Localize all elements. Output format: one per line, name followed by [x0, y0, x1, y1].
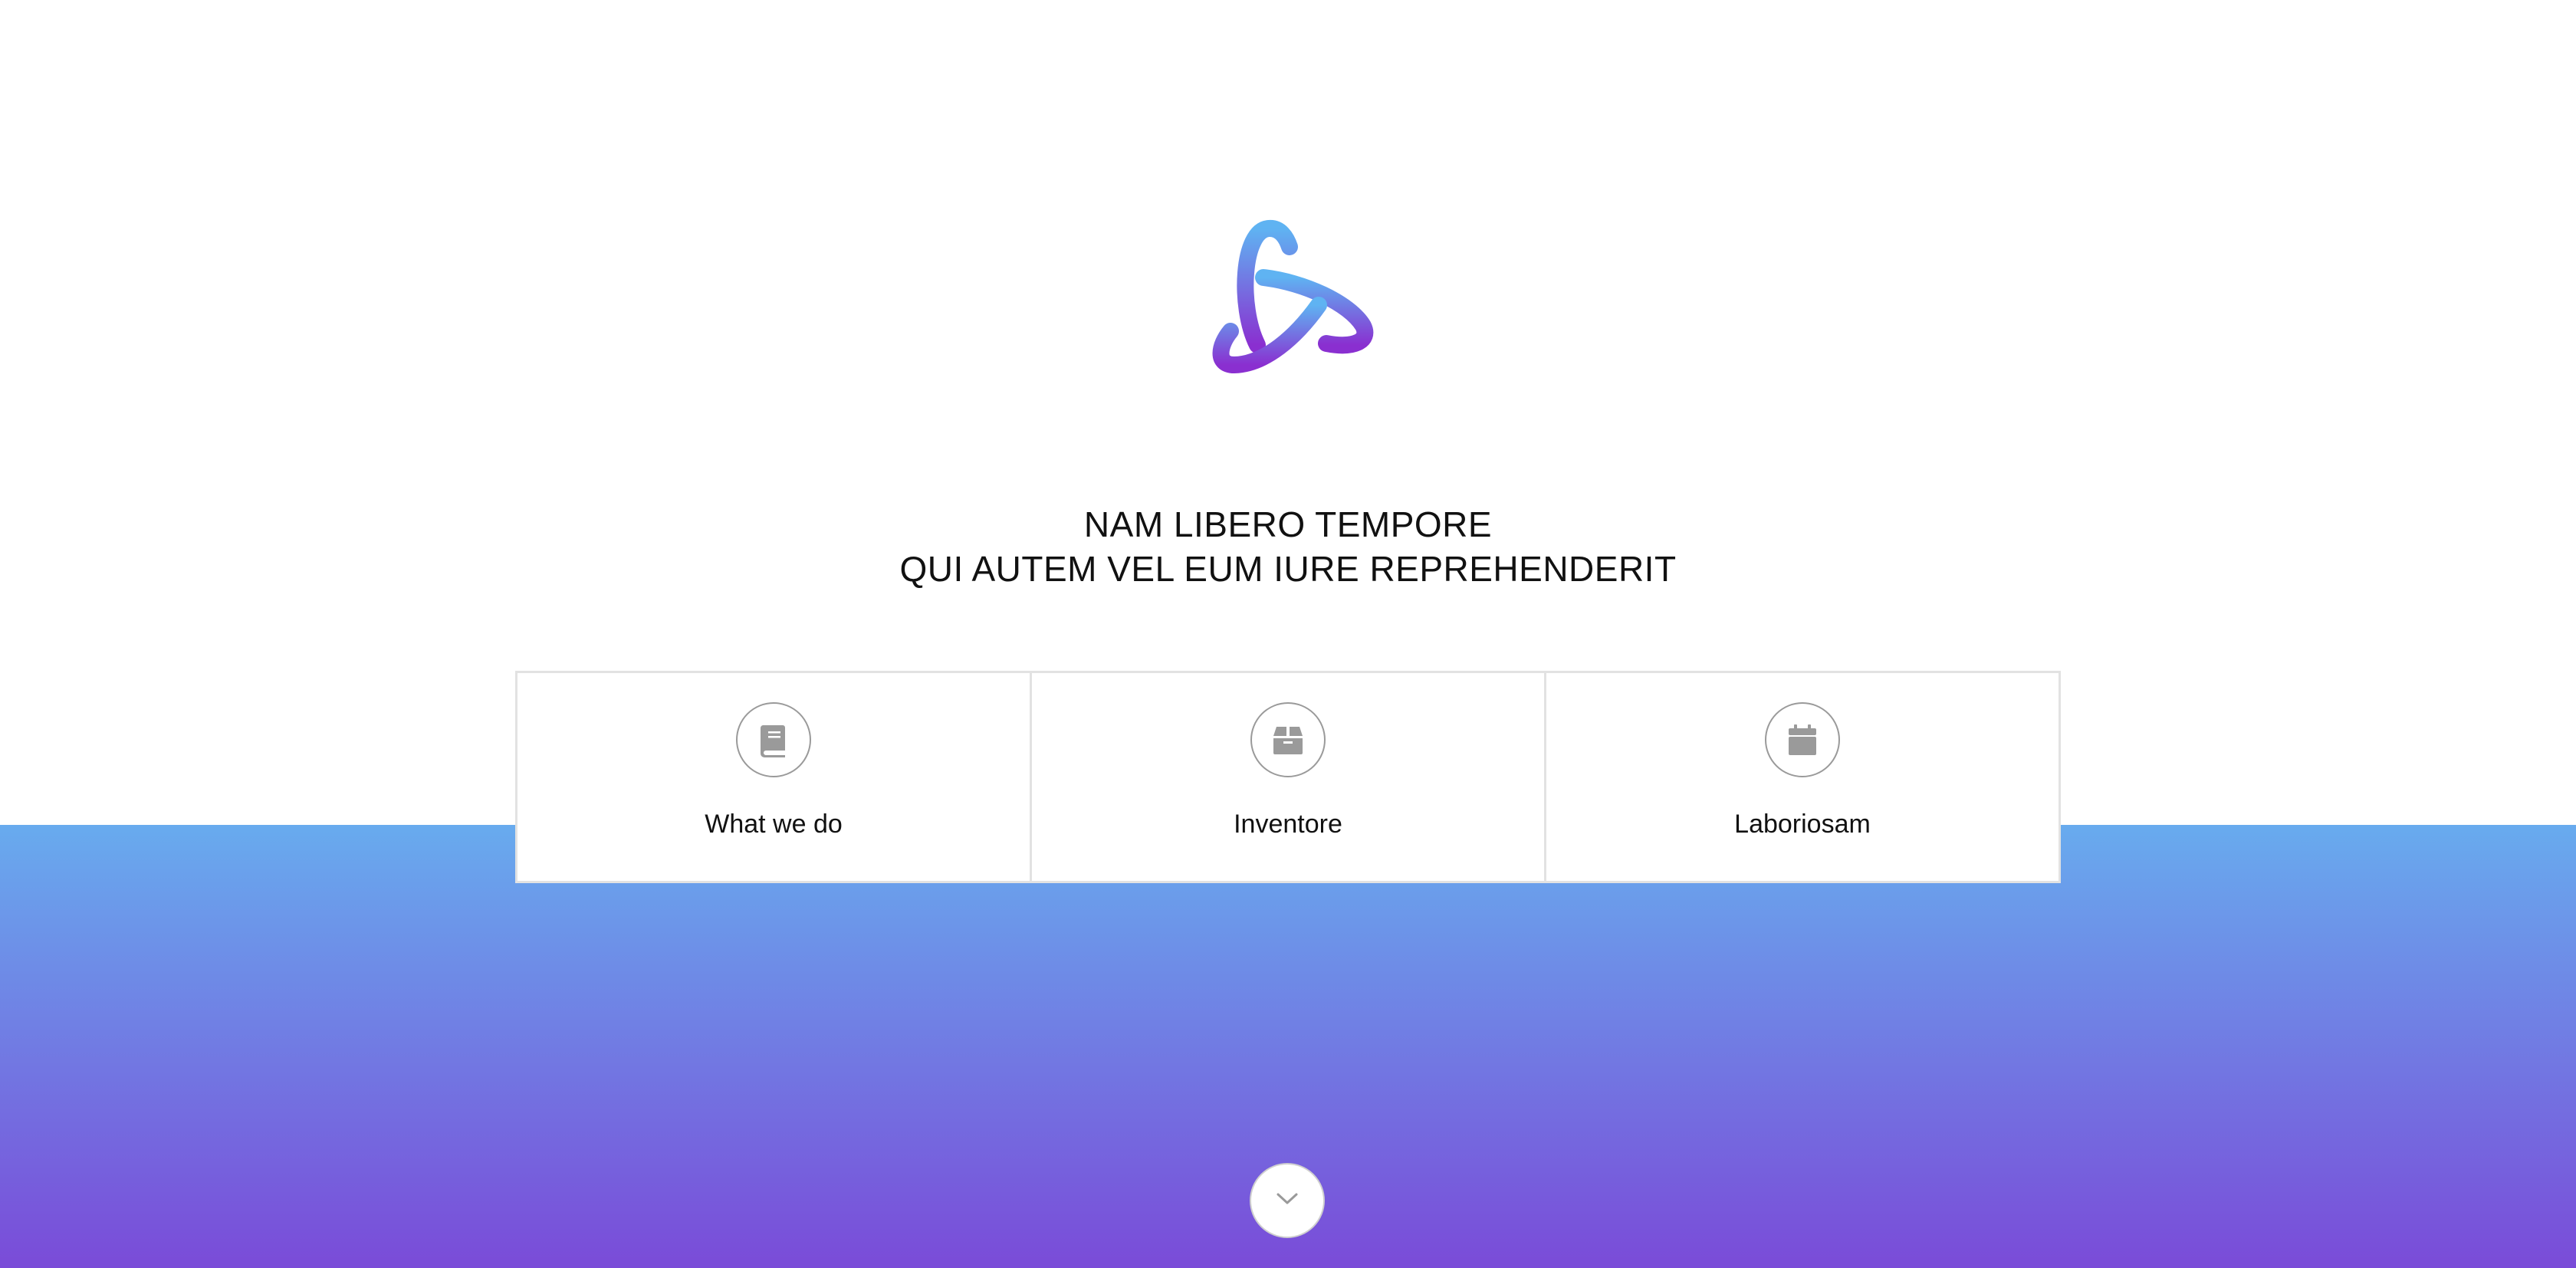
feature-cards: What we do Inventore Laboriosam [515, 671, 2061, 883]
headline-line-1: NAM LIBERO TEMPORE [1083, 504, 1493, 544]
card-label: What we do [705, 810, 843, 839]
card-laboriosam[interactable]: Laboriosam [1544, 673, 2058, 881]
hero-headline: NAM LIBERO TEMPORE QUI AUTEM VEL EUM IUR… [0, 502, 2576, 591]
headline-line-2: QUI AUTEM VEL EUM IURE REPREHENDERIT [899, 549, 1677, 589]
card-inventore[interactable]: Inventore [1030, 673, 1544, 881]
scroll-down-button[interactable] [1250, 1163, 1325, 1238]
card-label: Inventore [1234, 810, 1342, 839]
card-label: Laboriosam [1734, 810, 1871, 839]
card-what-we-do[interactable]: What we do [518, 673, 1030, 881]
calendar-icon [1765, 702, 1840, 777]
page: NAM LIBERO TEMPORE QUI AUTEM VEL EUM IUR… [0, 0, 2576, 1268]
book-icon [736, 702, 811, 777]
box-icon [1250, 702, 1326, 777]
triquetra-logo-icon [1196, 215, 1380, 391]
chevron-down-icon [1276, 1192, 1299, 1210]
